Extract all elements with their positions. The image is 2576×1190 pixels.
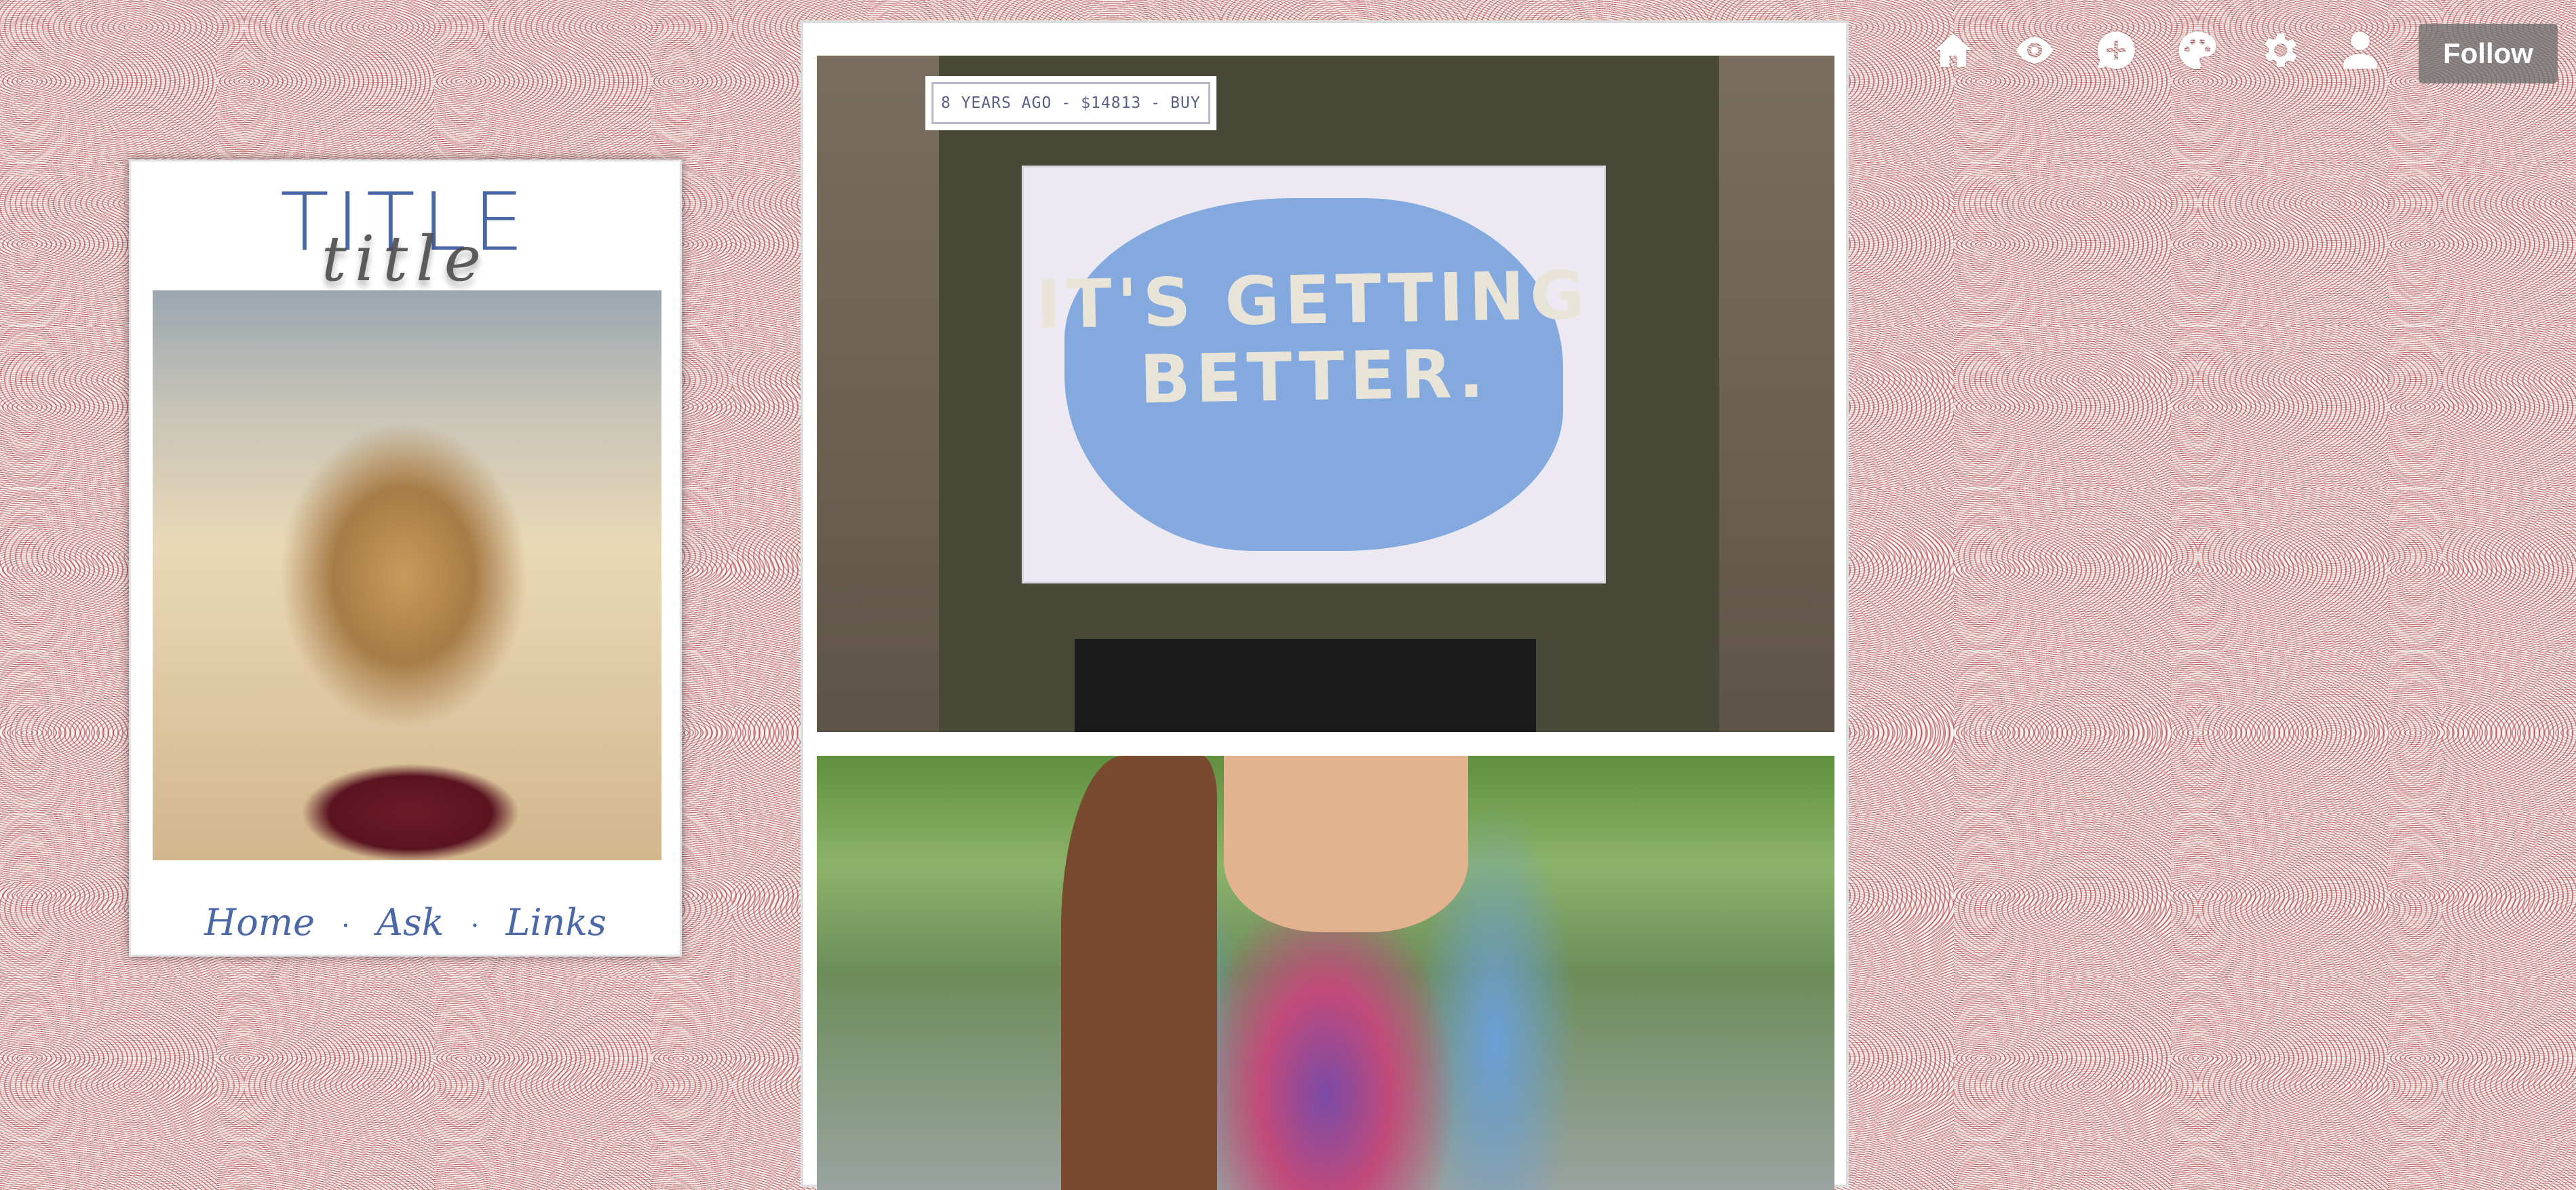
held-sign: IT'S GETTING BETTER. [1024, 168, 1604, 581]
nav-ask-link[interactable]: Ask [377, 901, 444, 944]
chat-plus-icon[interactable] [2090, 24, 2142, 77]
sidebar-nav: Home · Ask · Links [131, 901, 680, 944]
sidebar-card: TITLE title Home · Ask · Links [129, 159, 682, 957]
user-icon[interactable] [2334, 24, 2387, 77]
palette-icon[interactable] [2171, 24, 2224, 77]
post-photo-detail [1224, 756, 1468, 932]
post-price: $14813 [1081, 94, 1142, 112]
nav-separator: · [470, 910, 480, 942]
nav-home-link[interactable]: Home [204, 901, 315, 944]
follow-button[interactable]: Follow [2419, 24, 2558, 83]
sign-text: IT'S GETTING BETTER. [1035, 256, 1591, 419]
posts-column: IT'S GETTING BETTER. 8 YEARS AGO - $1481… [801, 20, 1849, 1190]
buy-link[interactable]: BUY [1170, 94, 1201, 112]
nav-separator: · [341, 910, 350, 942]
nav-links-link[interactable]: Links [505, 901, 606, 944]
meta-separator: - [1151, 94, 1161, 112]
post-photo-detail [1061, 756, 1217, 1190]
home-icon[interactable] [1927, 24, 1980, 77]
meta-separator: - [1061, 94, 1072, 112]
post-time-link[interactable]: 8 YEARS AGO [941, 94, 1052, 112]
gear-icon[interactable] [2252, 24, 2305, 77]
photo-post[interactable]: IT'S GETTING BETTER. 8 YEARS AGO - $1481… [817, 56, 1834, 732]
tumblr-controls [1927, 24, 2387, 77]
sidebar-photo [153, 290, 661, 860]
post-meta: 8 YEARS AGO - $14813 - BUY [925, 76, 1216, 130]
photo-post[interactable] [817, 756, 1834, 1190]
eye-icon[interactable] [2008, 24, 2061, 77]
post-photo-detail [1075, 639, 1536, 732]
blog-title-script: title [321, 223, 490, 295]
